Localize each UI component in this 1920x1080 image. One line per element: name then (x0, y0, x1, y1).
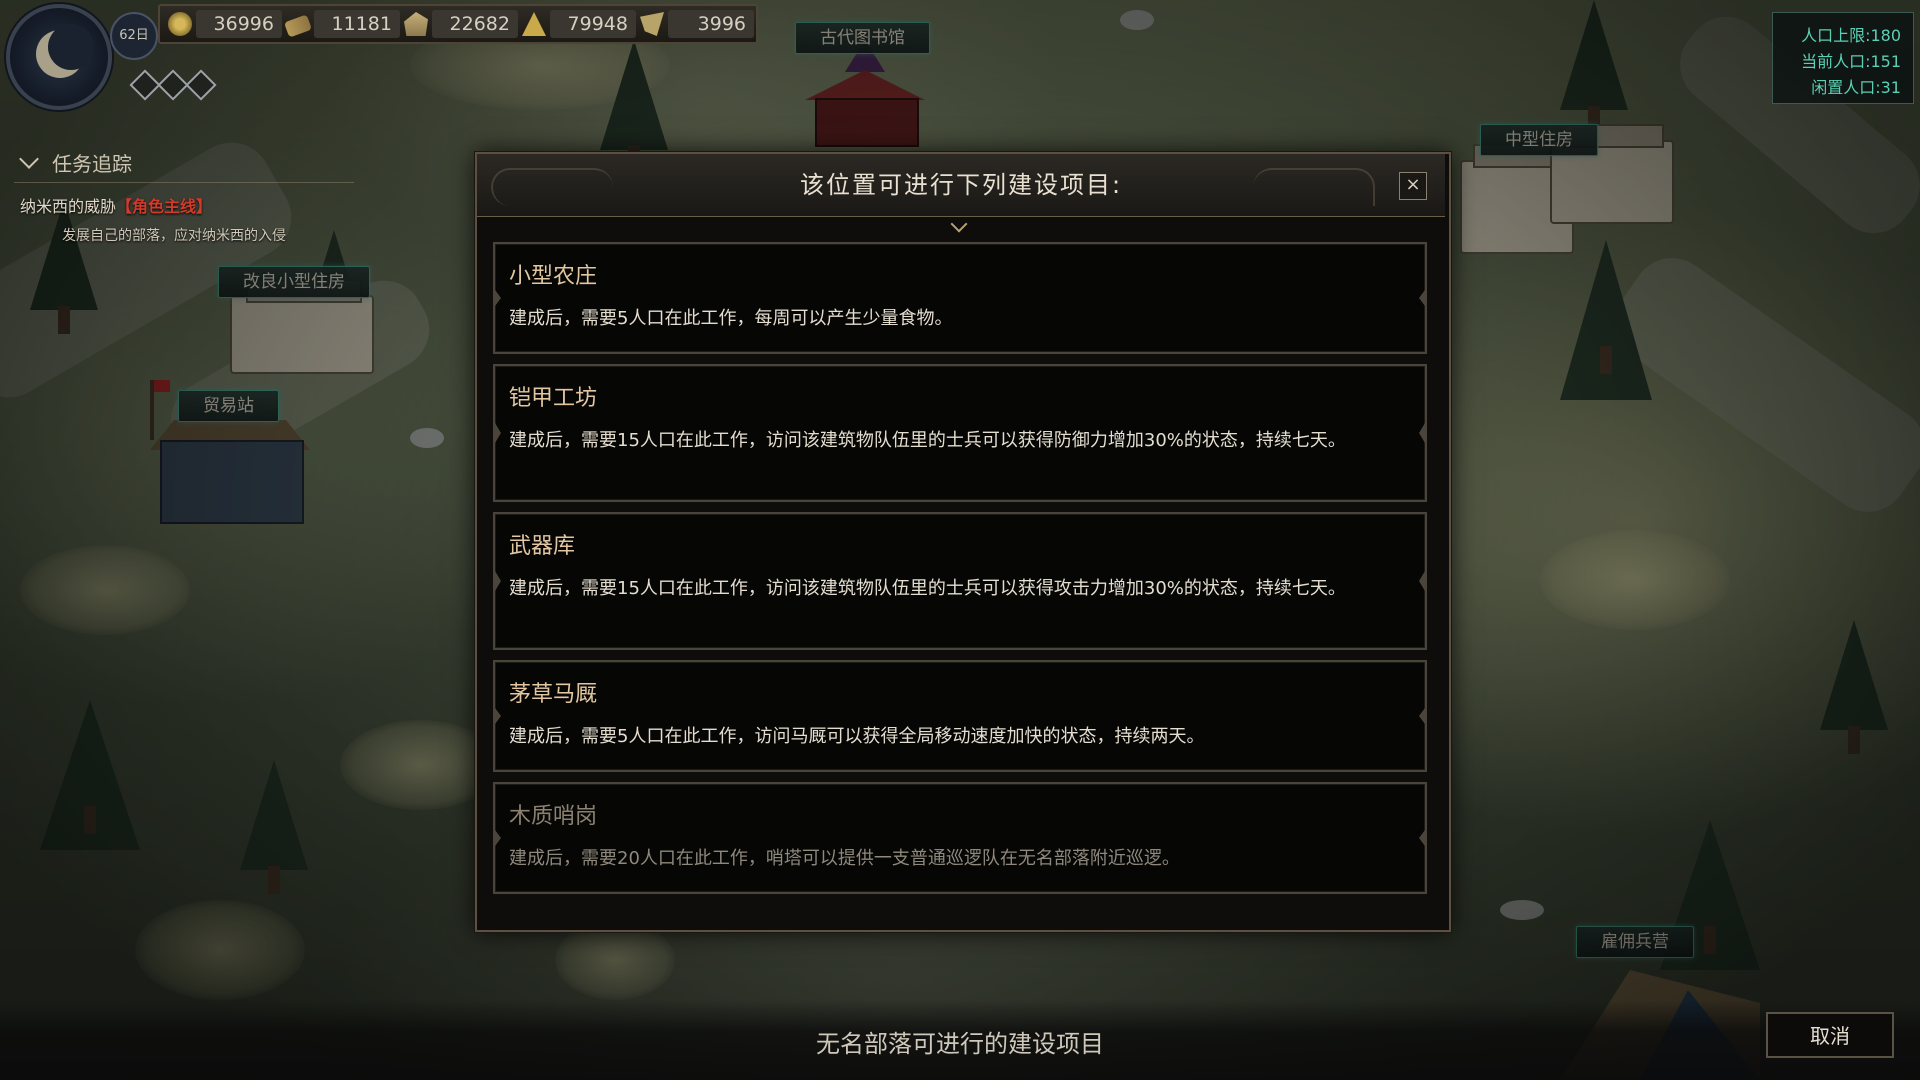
cancel-button[interactable]: 取消 (1766, 1012, 1894, 1058)
quest-description: 发展自己的部落，应对纳米西的入侵 (62, 228, 286, 244)
close-button[interactable]: × (1399, 172, 1427, 200)
build-option-armory[interactable]: 武器库 建成后，需要15人口在此工作，访问该建筑物队伍里的士兵可以获得攻击力增加… (493, 512, 1427, 650)
stone-icon (404, 12, 428, 36)
notch (1419, 419, 1427, 447)
quest-title: 纳米西的威胁 (20, 197, 117, 216)
build-option-name: 武器库 (509, 534, 576, 559)
bottom-bar: 无名部落可进行的建设项目 (0, 1000, 1920, 1080)
build-option-desc: 建成后，需要15人口在此工作，访问该建筑物队伍里的士兵可以获得防御力增加30%的… (509, 430, 1346, 451)
population-max: 人口上限:180 (1801, 26, 1901, 45)
diamond-icon[interactable] (185, 69, 217, 101)
build-option-small-farm[interactable]: 小型农庄 建成后，需要5人口在此工作，每周可以产生少量食物。 (493, 242, 1427, 354)
resource-stone[interactable]: 22682 (404, 10, 518, 38)
population-idle: 闲置人口:31 (1811, 78, 1901, 97)
status-diamonds (129, 69, 217, 101)
quest-tracker-header[interactable]: 任务追踪 (14, 148, 354, 183)
resource-coin[interactable]: 36996 (168, 10, 282, 38)
notch (493, 705, 501, 727)
population-panel: 人口上限:180 当前人口:151 闲置人口:31 (1772, 12, 1914, 104)
quest-tag: 【角色主线】 (116, 197, 213, 216)
build-option-name: 小型农庄 (509, 264, 598, 289)
build-option-name: 茅草马厩 (509, 682, 598, 707)
build-option-thatched-stable[interactable]: 茅草马厩 建成后，需要5人口在此工作，访问马厩可以获得全局移动速度加快的状态，持… (493, 660, 1427, 772)
build-option-desc: 建成后，需要15人口在此工作，访问该建筑物队伍里的士兵可以获得攻击力增加30%的… (509, 578, 1346, 599)
build-option-desc: 建成后，需要5人口在此工作，每周可以产生少量食物。 (509, 308, 953, 329)
resource-value: 22682 (432, 10, 518, 38)
crescent-icon (36, 24, 94, 78)
wood-icon (283, 14, 313, 38)
notch (1419, 567, 1427, 595)
dialog-title: 该位置可进行下列建设项目: (799, 171, 1123, 199)
quest-tracker: 任务追踪 纳米西的威胁【角色主线】 发展自己的部落，应对纳米西的入侵 (14, 148, 354, 245)
notch (1419, 287, 1427, 309)
resource-food[interactable]: 79948 (522, 10, 636, 38)
diamond-icon[interactable] (129, 69, 161, 101)
resource-value: 79948 (550, 10, 636, 38)
bottom-caption: 无名部落可进行的建设项目 (816, 1030, 1104, 1058)
chevron-down-icon (950, 215, 968, 233)
resource-value: 3996 (668, 10, 754, 38)
notch (493, 567, 501, 595)
resource-value: 36996 (196, 10, 282, 38)
notch (493, 827, 501, 849)
coin-icon (168, 12, 192, 36)
moon-phase-icon[interactable] (6, 4, 112, 110)
build-option-wooden-sentry[interactable]: 木质哨岗 建成后，需要20人口在此工作，哨塔可以提供一支普通巡逻队在无名部落附近… (493, 782, 1427, 894)
resource-horn[interactable]: 3996 (640, 10, 754, 38)
notch (493, 287, 501, 309)
day-counter: 62日 (110, 12, 158, 60)
build-option-armor-workshop[interactable]: 铠甲工坊 建成后，需要15人口在此工作，访问该建筑物队伍里的士兵可以获得防御力增… (493, 364, 1427, 502)
build-option-desc: 建成后，需要5人口在此工作，访问马厩可以获得全局移动速度加快的状态，持续两天。 (509, 726, 1205, 747)
diamond-icon[interactable] (157, 69, 189, 101)
dialog-titlebar: 该位置可进行下列建设项目: × (477, 154, 1445, 217)
build-option-name: 铠甲工坊 (509, 386, 598, 411)
food-icon (522, 12, 546, 36)
build-dialog: 该位置可进行下列建设项目: × 小型农庄 建成后，需要5人口在此工作，每周可以产… (475, 152, 1451, 932)
resource-value: 11181 (314, 10, 400, 38)
notch (1419, 827, 1427, 849)
build-option-name: 木质哨岗 (509, 804, 598, 829)
notch (493, 419, 501, 447)
quest-title-row[interactable]: 纳米西的威胁【角色主线】 (20, 193, 354, 217)
chevron-down-icon[interactable] (19, 149, 39, 169)
horn-icon (640, 12, 664, 36)
quest-tracker-title: 任务追踪 (52, 151, 132, 176)
resource-wood[interactable]: 11181 (283, 10, 400, 38)
notch (1419, 705, 1427, 727)
build-option-desc: 建成后，需要20人口在此工作，哨塔可以提供一支普通巡逻队在无名部落附近巡逻。 (509, 848, 1180, 869)
population-current: 当前人口:151 (1801, 52, 1901, 71)
resource-bar: 36996 11181 22682 79948 3996 (158, 4, 758, 44)
